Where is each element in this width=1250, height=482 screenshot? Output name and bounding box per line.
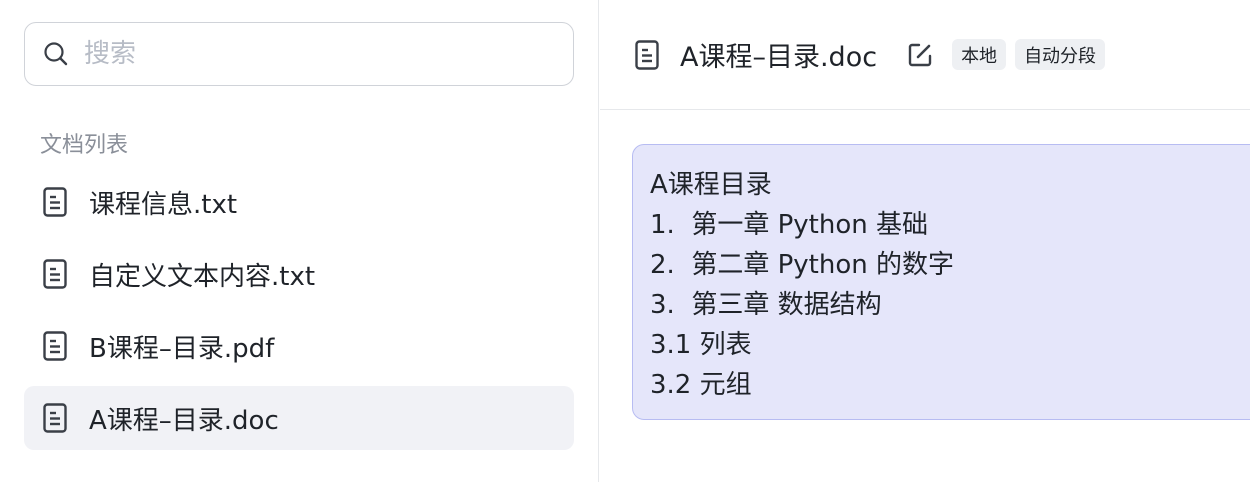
document-icon [43, 330, 69, 362]
sidebar: 文档列表 课程信息.txt 自定义文本内容.txt B课程–目录.pdf [0, 0, 599, 482]
search-input[interactable] [84, 39, 544, 69]
search-icon [42, 40, 70, 68]
content-line: 3. 第三章 数据结构 [650, 290, 882, 320]
document-header: A课程–目录.doc 本地 自动分段 [600, 0, 1250, 110]
document-icon [43, 402, 69, 434]
list-item-label: 课程信息.txt [89, 189, 238, 220]
list-item-label: B课程–目录.pdf [89, 333, 275, 364]
document-icon [43, 258, 69, 290]
content-line: A课程目录 [650, 170, 772, 200]
search-box[interactable] [24, 22, 574, 86]
doc-list-heading: 文档列表 [40, 133, 129, 158]
list-item[interactable]: B课程–目录.pdf [24, 314, 574, 378]
content-line: 3.1 列表 [650, 330, 752, 360]
content-line: 3.2 元组 [650, 370, 752, 400]
source-tag: 本地 [952, 39, 1007, 70]
list-item[interactable]: 课程信息.txt [24, 170, 574, 234]
document-icon [635, 39, 661, 71]
edit-icon[interactable] [907, 42, 933, 68]
document-panel: A课程–目录.doc 本地 自动分段 A课程目录 1. 第一章 Python 基… [600, 0, 1250, 482]
document-title: A课程–目录.doc [680, 42, 878, 73]
segment-mode-tag: 自动分段 [1015, 39, 1106, 70]
list-item-label: 自定义文本内容.txt [89, 261, 316, 292]
list-item[interactable]: 自定义文本内容.txt [24, 242, 574, 306]
list-item-selected[interactable]: A课程–目录.doc [24, 386, 574, 450]
document-icon [43, 186, 69, 218]
doc-list: 课程信息.txt 自定义文本内容.txt B课程–目录.pdf A课程–目录.d… [24, 170, 574, 458]
document-content: A课程目录 1. 第一章 Python 基础 2. 第二章 Python 的数字… [632, 144, 1250, 420]
content-line: 2. 第二章 Python 的数字 [650, 250, 954, 280]
content-line: 1. 第一章 Python 基础 [650, 210, 928, 240]
list-item-label: A课程–目录.doc [89, 405, 279, 436]
app-window: 文档列表 课程信息.txt 自定义文本内容.txt B课程–目录.pdf [0, 0, 1250, 482]
